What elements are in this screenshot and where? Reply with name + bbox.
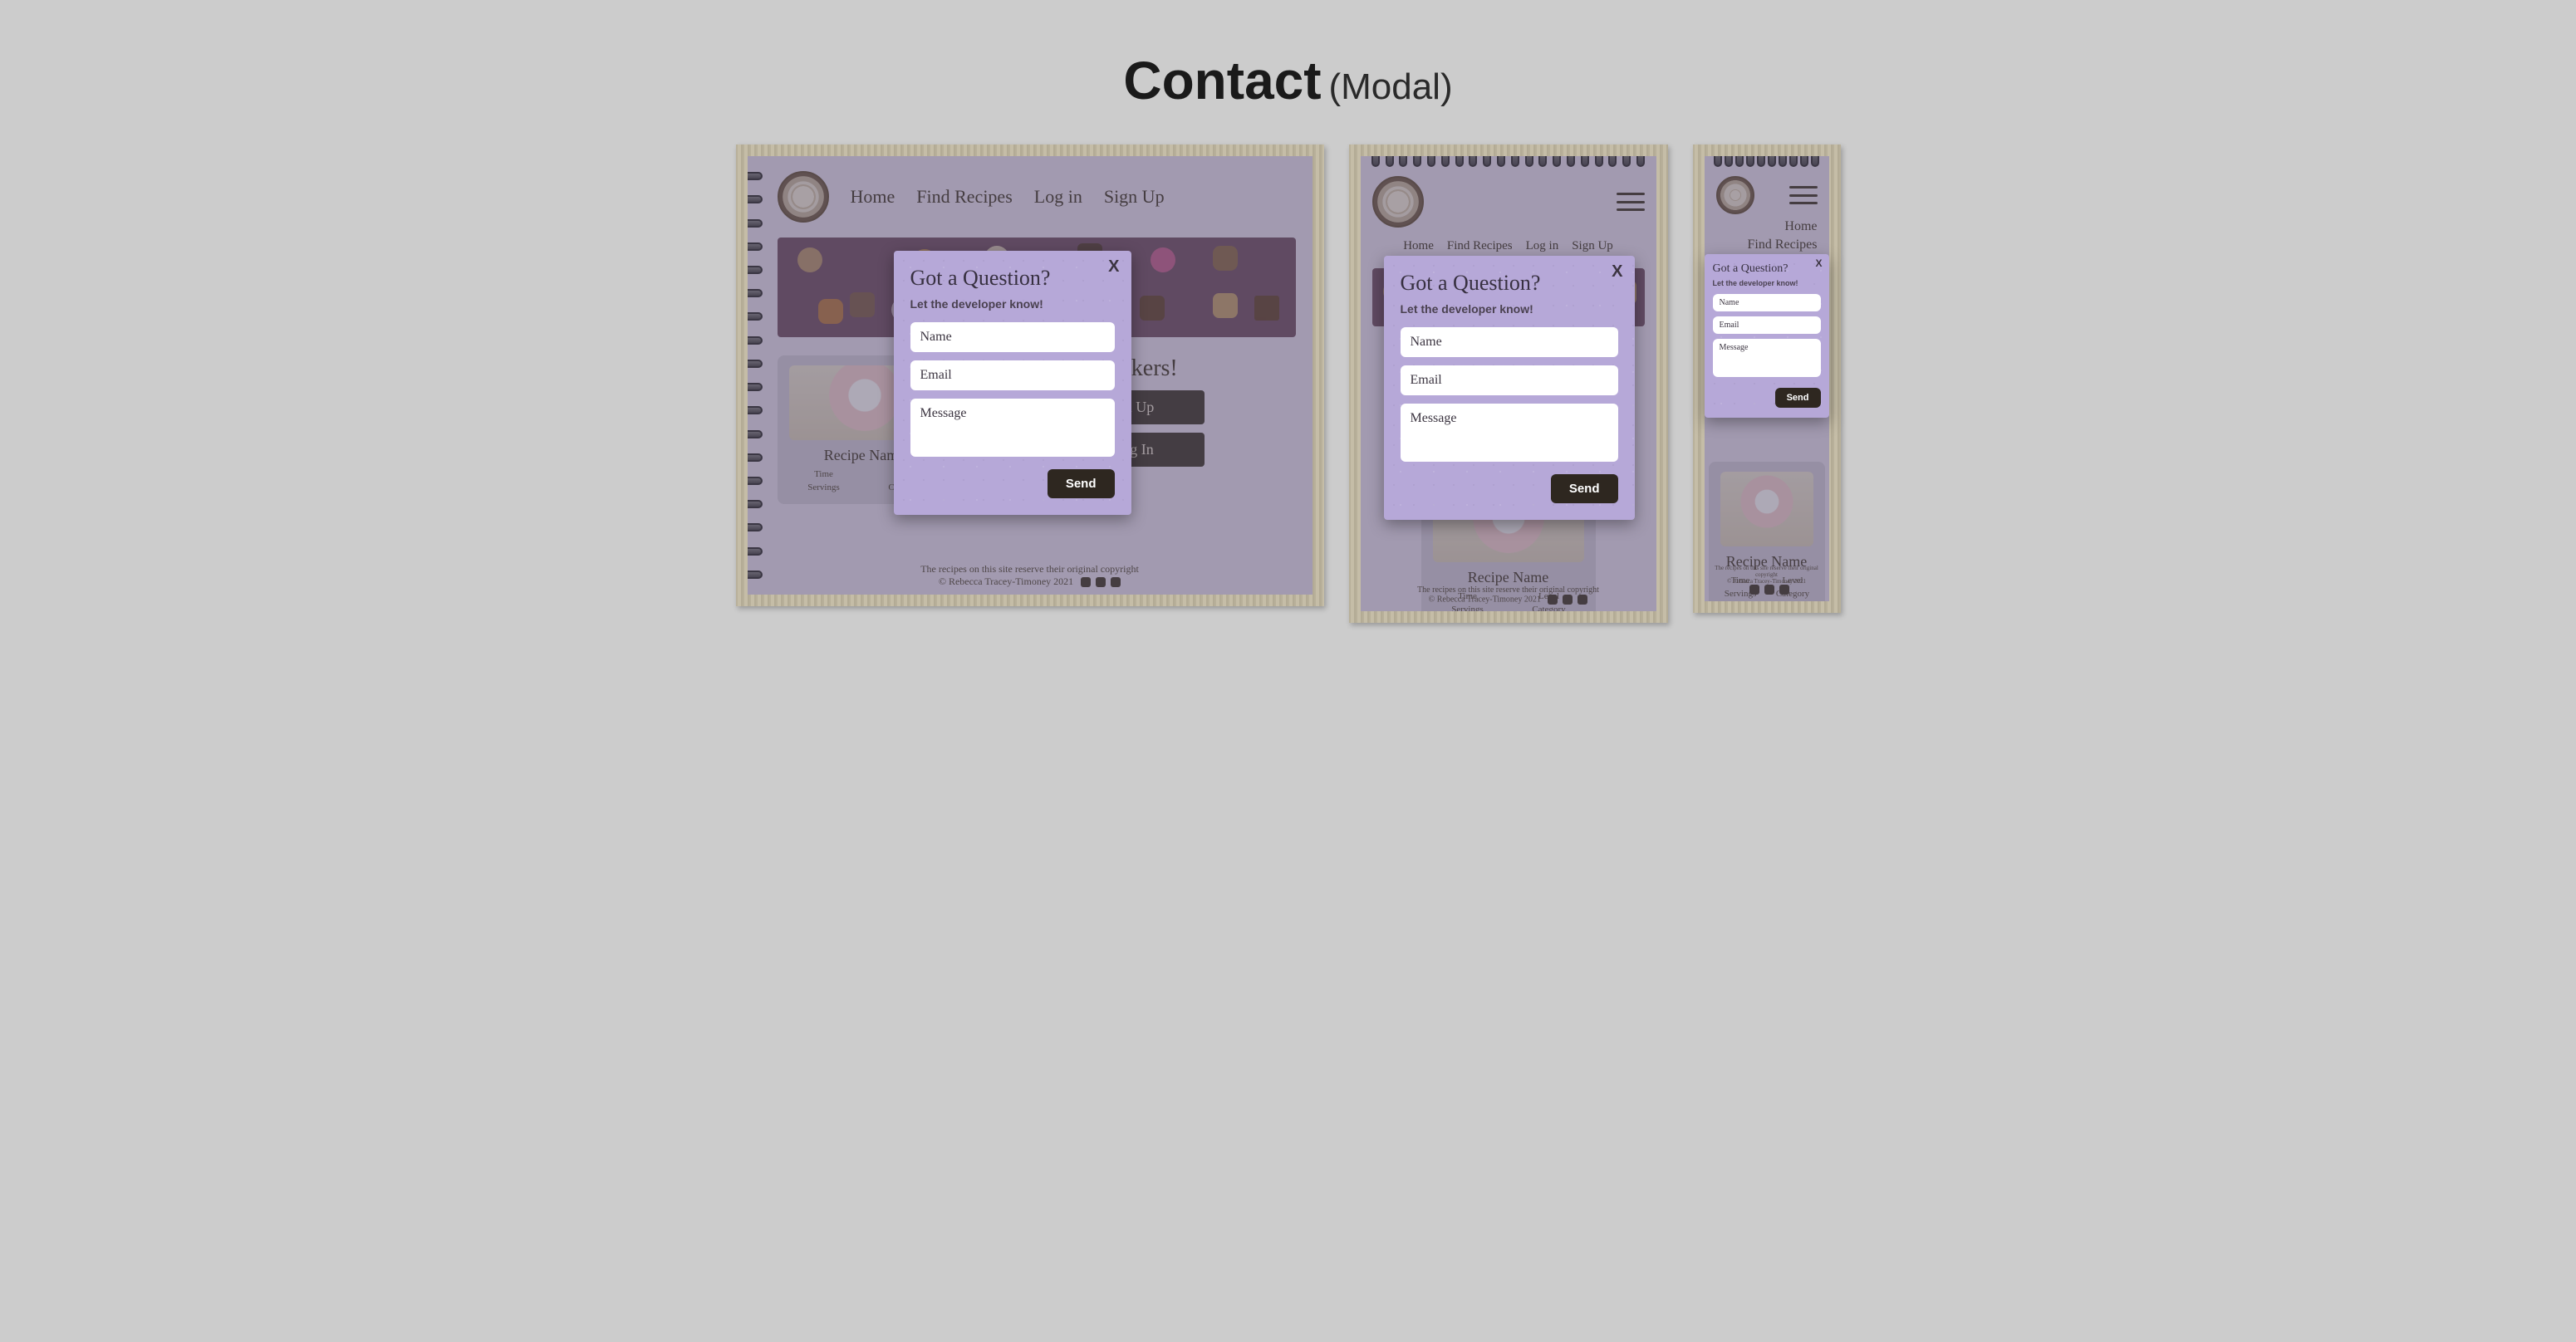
modal-heading: Got a Question? xyxy=(1713,262,1821,276)
contact-modal: X Got a Question? Let the developer know… xyxy=(894,251,1131,515)
message-field[interactable] xyxy=(1713,339,1821,377)
nav-home[interactable]: Home xyxy=(851,186,895,208)
footer-credit: © Rebecca Tracey-Timoney 2021 xyxy=(1429,595,1541,604)
chat-icon[interactable] xyxy=(1563,595,1573,605)
hamburger-icon[interactable] xyxy=(1617,193,1645,211)
message-field[interactable] xyxy=(1401,404,1618,462)
email-field[interactable] xyxy=(1713,316,1821,334)
footer-copy: The recipes on this site reserve their o… xyxy=(748,563,1313,575)
linkedin-icon[interactable] xyxy=(1111,577,1121,587)
github-icon[interactable] xyxy=(1548,595,1558,605)
meta-category: Category xyxy=(1514,605,1584,611)
email-field[interactable] xyxy=(910,360,1115,390)
recipe-thumb xyxy=(1720,472,1813,546)
nav-signup[interactable]: Sign Up xyxy=(1572,239,1613,253)
close-icon[interactable]: X xyxy=(1612,262,1622,282)
meta-servings: Servings xyxy=(1433,605,1503,611)
nav-login[interactable]: Log in xyxy=(1034,186,1082,208)
close-icon[interactable]: X xyxy=(1108,257,1119,277)
modal-subtitle: Let the developer know! xyxy=(1713,279,1821,287)
github-icon[interactable] xyxy=(1749,585,1759,595)
nav-signup[interactable]: Sign Up xyxy=(1104,186,1165,208)
modal-heading: Got a Question? xyxy=(910,266,1115,291)
primary-nav: Home Find Recipes Log in Sign Up xyxy=(851,186,1165,208)
nav-find-recipes[interactable]: Find Recipes xyxy=(1748,238,1818,252)
nav-find-recipes[interactable]: Find Recipes xyxy=(916,186,1013,208)
modal-subtitle: Let the developer know! xyxy=(1401,302,1618,316)
send-button[interactable]: Send xyxy=(1775,388,1821,408)
site-logo[interactable] xyxy=(1716,176,1754,214)
meta-servings: Servings xyxy=(789,482,859,492)
nav-find-recipes[interactable]: Find Recipes xyxy=(1447,239,1513,253)
primary-nav: Home Find Recipes Log in Sign Up xyxy=(1372,239,1645,253)
device-tablet: Home Find Recipes Log in Sign Up Recipe … xyxy=(1349,144,1668,623)
page-title-suffix: (Modal) xyxy=(1328,66,1452,107)
site-logo[interactable] xyxy=(778,171,829,223)
recipe-name: Recipe Name xyxy=(1433,569,1584,586)
close-icon[interactable]: X xyxy=(1815,257,1822,269)
meta-time: Time xyxy=(789,469,859,479)
name-field[interactable] xyxy=(910,322,1115,352)
chat-icon[interactable] xyxy=(1764,585,1774,595)
send-button[interactable]: Send xyxy=(1048,469,1115,498)
send-button[interactable]: Send xyxy=(1551,474,1618,503)
contact-modal: X Got a Question? Let the developer know… xyxy=(1384,256,1635,520)
page-title: Contact (Modal) xyxy=(0,50,2576,111)
footer: The recipes on this site reserve their o… xyxy=(748,563,1313,588)
linkedin-icon[interactable] xyxy=(1577,595,1587,605)
modal-subtitle: Let the developer know! xyxy=(910,297,1115,311)
email-field[interactable] xyxy=(1401,365,1618,395)
footer: The recipes on this site reserve their o… xyxy=(1705,565,1829,595)
hamburger-icon[interactable] xyxy=(1789,186,1818,204)
device-mobile: Home Find Recipes Recipe Name Time Level… xyxy=(1693,144,1841,613)
nav-login[interactable]: Log in xyxy=(1526,239,1559,253)
message-field[interactable] xyxy=(910,399,1115,457)
primary-nav: Home Find Recipes xyxy=(1716,219,1818,252)
contact-modal: X Got a Question? Let the developer know… xyxy=(1705,254,1829,418)
device-desktop: Home Find Recipes Log in Sign Up xyxy=(736,144,1324,606)
linkedin-icon[interactable] xyxy=(1779,585,1789,595)
github-icon[interactable] xyxy=(1081,577,1091,587)
nav-home[interactable]: Home xyxy=(1403,239,1434,253)
footer-credit: © Rebecca Tracey-Timoney 2021 xyxy=(939,575,1073,587)
footer-credit: © Rebecca Tracey-Timoney 2021 xyxy=(1727,578,1806,585)
page-title-main: Contact xyxy=(1123,51,1321,110)
footer: The recipes on this site reserve their o… xyxy=(1361,585,1656,605)
modal-heading: Got a Question? xyxy=(1401,271,1618,296)
name-field[interactable] xyxy=(1713,294,1821,311)
site-logo[interactable] xyxy=(1372,176,1424,228)
name-field[interactable] xyxy=(1401,327,1618,357)
footer-copy: The recipes on this site reserve their o… xyxy=(1705,565,1829,578)
chat-icon[interactable] xyxy=(1096,577,1106,587)
footer-copy: The recipes on this site reserve their o… xyxy=(1361,585,1656,595)
nav-home[interactable]: Home xyxy=(1784,219,1817,234)
